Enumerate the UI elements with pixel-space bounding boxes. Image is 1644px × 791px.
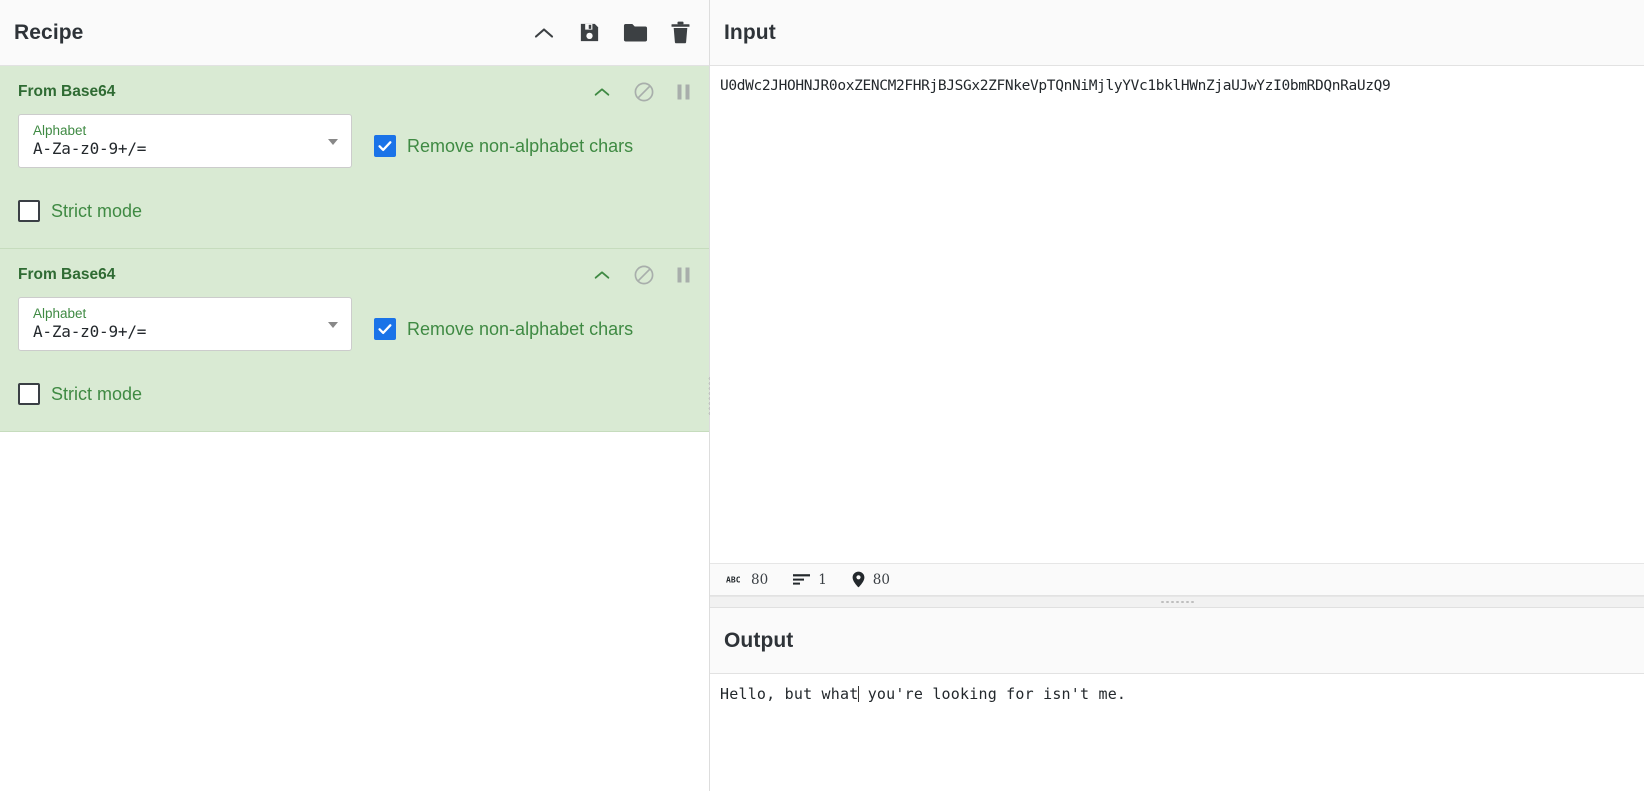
remove-non-alphabet-checkbox[interactable]: Remove non-alphabet chars xyxy=(374,318,633,340)
input-status-bar: ABC 80 1 80 xyxy=(710,563,1644,595)
input-body[interactable]: U0dWc2JHOHNJR0oxZENCM2FHRjBJSGx2ZFNkeVpT… xyxy=(710,66,1644,563)
chevron-up-icon[interactable] xyxy=(592,85,612,99)
alphabet-select[interactable]: Alphabet A-Za-z0-9+/= xyxy=(18,114,352,168)
breakpoint-icon[interactable] xyxy=(676,83,691,101)
disable-icon[interactable] xyxy=(634,82,654,102)
svg-text:ABC: ABC xyxy=(726,576,741,585)
lines-icon xyxy=(793,573,811,586)
operation-from-base64-2[interactable]: From Base64 Alphabet A-Za-z0-9+/= Remove… xyxy=(0,249,709,432)
recipe-title: Recipe xyxy=(14,20,84,44)
remove-non-alphabet-label: Remove non-alphabet chars xyxy=(407,135,634,156)
status-length-value: 80 xyxy=(751,571,769,588)
grip-dots-icon xyxy=(1160,600,1194,604)
alphabet-label: Alphabet xyxy=(33,306,87,321)
trash-icon[interactable] xyxy=(670,21,691,44)
status-lines: 1 xyxy=(793,572,827,588)
operation-icons xyxy=(592,265,691,285)
disable-icon[interactable] xyxy=(634,265,654,285)
operation-title: From Base64 xyxy=(18,266,116,283)
strict-mode-checkbox[interactable]: Strict mode xyxy=(18,200,691,222)
input-textarea[interactable]: U0dWc2JHOHNJR0oxZENCM2FHRjBJSGx2ZFNkeVpT… xyxy=(710,76,1644,96)
alphabet-value: A-Za-z0-9+/= xyxy=(33,139,147,158)
chevron-down-icon[interactable] xyxy=(328,322,338,328)
checkbox-box-unchecked[interactable] xyxy=(18,383,40,405)
input-header: Input xyxy=(710,0,1644,66)
operation-icons xyxy=(592,82,691,102)
output-text-before-caret: Hello, but what xyxy=(720,685,859,703)
input-title: Input xyxy=(724,20,776,44)
chevron-down-icon[interactable] xyxy=(328,139,338,145)
output-textarea[interactable]: Hello, but what you're looking for isn't… xyxy=(710,684,1644,704)
map-pin-icon xyxy=(852,571,865,588)
input-pane: Input U0dWc2JHOHNJR0oxZENCM2FHRjBJSGx2ZF… xyxy=(710,0,1644,596)
breakpoint-icon[interactable] xyxy=(676,266,691,284)
checkbox-box-checked[interactable] xyxy=(374,135,396,157)
output-text-after-caret: you're looking for isn't me. xyxy=(858,685,1127,703)
status-position-value: 80 xyxy=(872,571,890,588)
status-lines-value: 1 xyxy=(818,571,827,588)
abc-icon: ABC xyxy=(726,574,743,585)
operation-header: From Base64 xyxy=(18,82,691,102)
operation-from-base64-1[interactable]: From Base64 Alphabet A-Za-z0-9+/= Remove… xyxy=(0,66,709,249)
strict-mode-checkbox[interactable]: Strict mode xyxy=(18,383,691,405)
chevron-up-icon[interactable] xyxy=(592,268,612,282)
cyberchef-app: Recipe From Base64 Alphabet A-Za-z0-9+/=… xyxy=(0,0,1644,791)
alphabet-label: Alphabet xyxy=(33,123,87,138)
save-icon[interactable] xyxy=(578,21,601,44)
operation-args: Alphabet A-Za-z0-9+/= Remove non-alphabe… xyxy=(18,297,691,351)
output-body[interactable]: Hello, but what you're looking for isn't… xyxy=(710,674,1644,791)
recipe-pane: Recipe From Base64 Alphabet A-Za-z0-9+/=… xyxy=(0,0,710,791)
recipe-header-icons xyxy=(532,21,691,44)
output-header: Output xyxy=(710,608,1644,674)
operation-title: From Base64 xyxy=(18,83,116,100)
operation-header: From Base64 xyxy=(18,265,691,285)
collapse-chevron-icon[interactable] xyxy=(532,25,556,41)
recipe-operation-list: From Base64 Alphabet A-Za-z0-9+/= Remove… xyxy=(0,66,709,791)
strict-mode-label: Strict mode xyxy=(51,383,143,404)
output-pane: Output Hello, but what you're looking fo… xyxy=(710,608,1644,791)
status-position: 80 xyxy=(852,571,890,588)
alphabet-select[interactable]: Alphabet A-Za-z0-9+/= xyxy=(18,297,352,351)
output-title: Output xyxy=(724,628,794,652)
checkbox-box-unchecked[interactable] xyxy=(18,200,40,222)
status-length: ABC 80 xyxy=(726,572,768,588)
remove-non-alphabet-label: Remove non-alphabet chars xyxy=(407,318,634,339)
io-column: Input U0dWc2JHOHNJR0oxZENCM2FHRjBJSGx2ZF… xyxy=(708,0,1644,791)
strict-mode-label: Strict mode xyxy=(51,200,143,221)
checkbox-box-checked[interactable] xyxy=(374,318,396,340)
io-splitter[interactable] xyxy=(710,596,1644,608)
alphabet-value: A-Za-z0-9+/= xyxy=(33,322,147,341)
recipe-header: Recipe xyxy=(0,0,709,66)
remove-non-alphabet-checkbox[interactable]: Remove non-alphabet chars xyxy=(374,135,633,157)
operation-args: Alphabet A-Za-z0-9+/= Remove non-alphabe… xyxy=(18,114,691,168)
folder-icon[interactable] xyxy=(623,22,648,44)
